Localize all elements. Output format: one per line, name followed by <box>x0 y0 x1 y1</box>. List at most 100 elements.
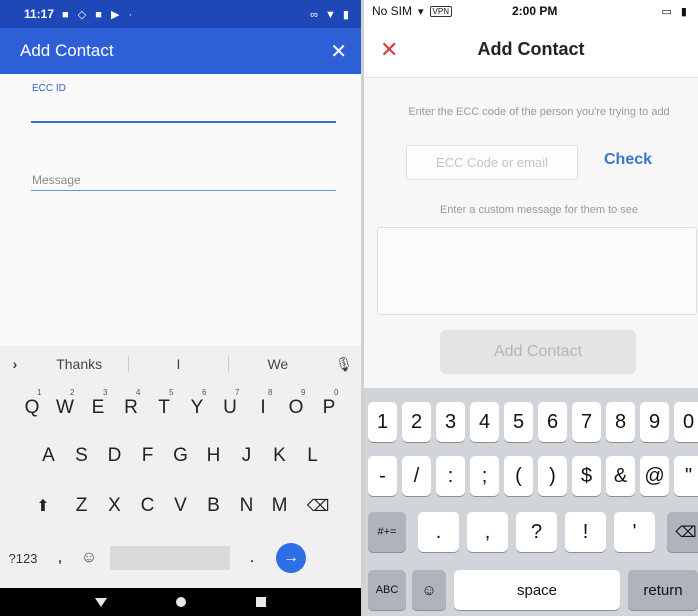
home-circle-icon[interactable] <box>176 597 187 607</box>
key-v[interactable]: V <box>164 484 197 528</box>
key-c[interactable]: C <box>131 484 164 528</box>
key-period[interactable]: . <box>418 512 459 552</box>
key-row-2: A S D F G H J K L <box>0 434 361 478</box>
suggestion-thanks[interactable]: Thanks <box>30 356 128 372</box>
key-i[interactable]: I8 <box>247 386 280 430</box>
add-contact-button[interactable]: Add Contact <box>440 330 636 374</box>
key-y[interactable]: Y6 <box>181 386 214 430</box>
abc-key[interactable]: ABC <box>368 570 406 610</box>
key-2[interactable]: 2 <box>402 402 431 442</box>
key-row-symbols: - / : ; ( ) $ & @ " <box>364 456 698 496</box>
ios-screen: No SIM ▾ VPN 2:00 PM ▭ ▮ ✕ Add Contact E… <box>364 0 698 616</box>
message-textarea[interactable] <box>377 227 697 315</box>
key-comma[interactable]: , <box>467 512 508 552</box>
more-symbols-key[interactable]: #+= <box>368 512 406 552</box>
key-3[interactable]: 3 <box>436 402 465 442</box>
ios-nav-bar: ✕ Add Contact <box>364 22 698 78</box>
key-j[interactable]: J <box>230 434 263 478</box>
key-dash[interactable]: - <box>368 456 397 496</box>
key-u[interactable]: U7 <box>214 386 247 430</box>
key-exclamation[interactable]: ! <box>565 512 606 552</box>
key-x[interactable]: X <box>98 484 131 528</box>
ecc-hint-text: Enter the ECC code of the person you're … <box>408 106 670 118</box>
key-h[interactable]: H <box>197 434 230 478</box>
close-icon[interactable]: ✕ <box>380 37 398 63</box>
message-input[interactable]: Message <box>32 173 81 187</box>
ecc-code-input[interactable]: ECC Code or email <box>406 145 578 180</box>
space-key[interactable]: space <box>454 570 620 610</box>
back-triangle-icon[interactable] <box>94 597 107 607</box>
key-z[interactable]: Z <box>65 484 98 528</box>
add-contact-form: Enter the ECC code of the person you're … <box>364 78 698 388</box>
key-colon[interactable]: : <box>436 456 465 496</box>
comma-key[interactable]: , <box>46 549 74 567</box>
key-m[interactable]: M <box>263 484 296 528</box>
key-5[interactable]: 5 <box>504 402 533 442</box>
symbols-key[interactable]: ?123 <box>0 551 46 566</box>
key-4[interactable]: 4 <box>470 402 499 442</box>
key-f[interactable]: F <box>131 434 164 478</box>
key-n[interactable]: N <box>230 484 263 528</box>
key-row-3: ⬆ Z X C V B N M ⌫ <box>0 484 361 528</box>
backspace-icon[interactable]: ⌫ <box>667 512 698 552</box>
recents-square-icon[interactable] <box>256 597 267 607</box>
system-status-icons: ∞ ▼ ▮ <box>310 8 351 21</box>
key-1[interactable]: 1 <box>368 402 397 442</box>
message-hint-text: Enter a custom message for them to see <box>439 204 639 216</box>
suggestion-we[interactable]: We <box>229 356 327 372</box>
key-8[interactable]: 8 <box>606 402 635 442</box>
android-screen: 11:17 ■ ◇ ■ ▶ · ∞ ▼ ▮ Add Contact ✕ ECC … <box>0 0 361 616</box>
key-q[interactable]: Q1 <box>16 386 49 430</box>
key-close-paren[interactable]: ) <box>538 456 567 496</box>
key-apostrophe[interactable]: ' <box>614 512 655 552</box>
emoji-icon[interactable]: ☺ <box>412 570 446 610</box>
go-arrow-icon[interactable]: → <box>276 543 306 573</box>
key-s[interactable]: S <box>65 434 98 478</box>
key-row-bottom: ABC ☺ space return <box>364 570 698 610</box>
android-nav-bar <box>0 588 361 616</box>
key-r[interactable]: R4 <box>115 386 148 430</box>
expand-chevron-icon[interactable]: › <box>0 356 30 372</box>
key-question[interactable]: ? <box>516 512 557 552</box>
suggestion-i[interactable]: I <box>129 356 227 372</box>
backspace-icon[interactable]: ⌫ <box>296 484 340 528</box>
key-0[interactable]: 0 <box>674 402 698 442</box>
status-time: 11:17 <box>24 7 55 21</box>
battery-icon: ▭ ▮ <box>661 5 690 18</box>
key-a[interactable]: A <box>32 434 65 478</box>
key-l[interactable]: L <box>296 434 329 478</box>
key-t[interactable]: T5 <box>148 386 181 430</box>
key-p[interactable]: P0 <box>313 386 346 430</box>
key-row-numbers: 1 2 3 4 5 6 7 8 9 0 <box>364 402 698 442</box>
key-quote[interactable]: " <box>674 456 698 496</box>
key-o[interactable]: O9 <box>280 386 313 430</box>
period-key[interactable]: . <box>230 549 274 567</box>
key-7[interactable]: 7 <box>572 402 601 442</box>
ecc-id-input[interactable] <box>31 121 336 123</box>
key-semicolon[interactable]: ; <box>470 456 499 496</box>
microphone-icon[interactable]: 🎙 <box>327 356 361 373</box>
shift-icon[interactable]: ⬆ <box>21 484 65 528</box>
key-9[interactable]: 9 <box>640 402 669 442</box>
check-button[interactable]: Check <box>604 151 652 169</box>
carrier-label: No SIM <box>372 4 413 18</box>
key-ampersand[interactable]: & <box>606 456 635 496</box>
key-e[interactable]: E3 <box>82 386 115 430</box>
key-b[interactable]: B <box>197 484 230 528</box>
key-slash[interactable]: / <box>402 456 431 496</box>
return-key[interactable]: return <box>628 570 698 610</box>
close-icon[interactable]: ✕ <box>330 39 347 64</box>
key-open-paren[interactable]: ( <box>504 456 533 496</box>
key-w[interactable]: W2 <box>49 386 82 430</box>
key-k[interactable]: K <box>263 434 296 478</box>
key-d[interactable]: D <box>98 434 131 478</box>
key-row-1: Q1 W2 E3 R4 T5 Y6 U7 I8 O9 P0 <box>0 386 361 430</box>
android-app-bar: Add Contact ✕ <box>0 28 361 74</box>
key-dollar[interactable]: $ <box>572 456 601 496</box>
space-key[interactable] <box>110 546 230 570</box>
emoji-icon[interactable]: ☺ <box>74 549 104 567</box>
key-at[interactable]: @ <box>640 456 669 496</box>
ios-keyboard: 1 2 3 4 5 6 7 8 9 0 - / : ; ( ) $ & @ " … <box>364 388 698 616</box>
key-6[interactable]: 6 <box>538 402 567 442</box>
key-g[interactable]: G <box>164 434 197 478</box>
